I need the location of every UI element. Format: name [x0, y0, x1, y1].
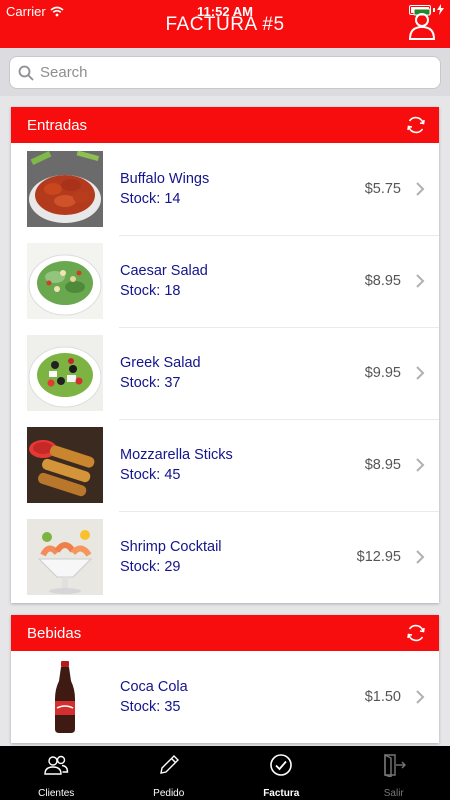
tab-label: Clientes — [38, 788, 75, 799]
list-item[interactable]: Coca Cola Stock: 35 $1.50 — [11, 651, 439, 743]
tab-salir[interactable]: Salir — [338, 746, 450, 800]
chevron-right-icon — [416, 690, 425, 704]
item-stock: Stock: 14 — [120, 191, 181, 207]
tab-factura[interactable]: Factura — [225, 746, 338, 800]
search-input[interactable] — [40, 64, 420, 81]
refresh-button[interactable] — [403, 620, 429, 646]
item-name: Greek Salad — [120, 355, 201, 371]
tab-clientes[interactable]: Clientes — [0, 746, 113, 800]
section-bebidas: Bebidas Coca Cola Stock: 35 $1.50 — [11, 615, 439, 743]
food-photo — [27, 335, 103, 411]
chevron-right-icon — [416, 550, 425, 564]
food-photo — [27, 243, 103, 319]
item-name: Mozzarella Sticks — [120, 447, 233, 463]
refresh-icon — [407, 116, 425, 134]
chevron-right-icon — [416, 274, 425, 288]
item-price: $12.95 — [356, 549, 401, 565]
chevron-right-icon — [416, 182, 425, 196]
section-header: Entradas — [11, 107, 439, 143]
drink-photo — [27, 659, 103, 735]
user-icon — [408, 8, 436, 40]
item-price: $8.95 — [364, 273, 401, 289]
item-price: $1.50 — [364, 689, 401, 705]
page-title: FACTURA #5 — [165, 14, 285, 35]
checkmark-circle-icon — [270, 754, 293, 776]
user-profile-button[interactable] — [402, 4, 442, 44]
pencil-icon — [159, 755, 179, 774]
list-item[interactable]: Caesar Salad Stock: 18 $8.95 — [11, 235, 439, 327]
item-name: Caesar Salad — [120, 263, 208, 279]
exit-door-icon — [384, 753, 406, 777]
section-title: Bebidas — [27, 624, 82, 642]
item-name: Buffalo Wings — [120, 171, 210, 187]
food-photo — [27, 151, 103, 227]
section-title: Entradas — [27, 116, 88, 134]
food-photo — [27, 519, 103, 595]
item-name: Coca Cola — [120, 679, 188, 695]
tab-pedido[interactable]: Pedido — [113, 746, 226, 800]
item-stock: Stock: 18 — [120, 283, 181, 299]
list-item[interactable]: Shrimp Cocktail Stock: 29 $12.95 — [11, 511, 439, 603]
item-price: $8.95 — [364, 457, 401, 473]
tab-bar: Clientes Pedido Factura Salir — [0, 746, 450, 800]
item-stock: Stock: 29 — [120, 559, 181, 575]
item-stock: Stock: 37 — [120, 375, 181, 391]
list-item[interactable]: Buffalo Wings Stock: 14 $5.75 — [11, 143, 439, 235]
item-price: $9.95 — [364, 365, 401, 381]
chevron-right-icon — [416, 458, 425, 472]
list-item[interactable]: Mozzarella Sticks Stock: 45 $8.95 — [11, 419, 439, 511]
search-bar-container — [0, 48, 450, 96]
people-icon — [44, 755, 69, 775]
menu-list[interactable]: Entradas Buffalo Wings Stock: 14 $5.75 C… — [0, 96, 450, 746]
food-photo — [27, 427, 103, 503]
tab-label: Pedido — [153, 788, 185, 799]
top-header: Carrier 11:52 AM FACTURA #5 — [0, 0, 450, 48]
item-name: Shrimp Cocktail — [120, 539, 222, 555]
item-stock: Stock: 45 — [120, 467, 181, 483]
refresh-icon — [407, 624, 425, 642]
tab-label: Salir — [383, 788, 404, 799]
item-stock: Stock: 35 — [120, 699, 181, 715]
refresh-button[interactable] — [403, 112, 429, 138]
section-entradas: Entradas Buffalo Wings Stock: 14 $5.75 C… — [11, 107, 439, 603]
search-box[interactable] — [9, 56, 441, 89]
search-icon — [18, 65, 34, 81]
tab-label: Factura — [263, 788, 300, 799]
chevron-right-icon — [416, 366, 425, 380]
list-item[interactable]: Greek Salad Stock: 37 $9.95 — [11, 327, 439, 419]
section-header: Bebidas — [11, 615, 439, 651]
item-price: $5.75 — [364, 181, 401, 197]
